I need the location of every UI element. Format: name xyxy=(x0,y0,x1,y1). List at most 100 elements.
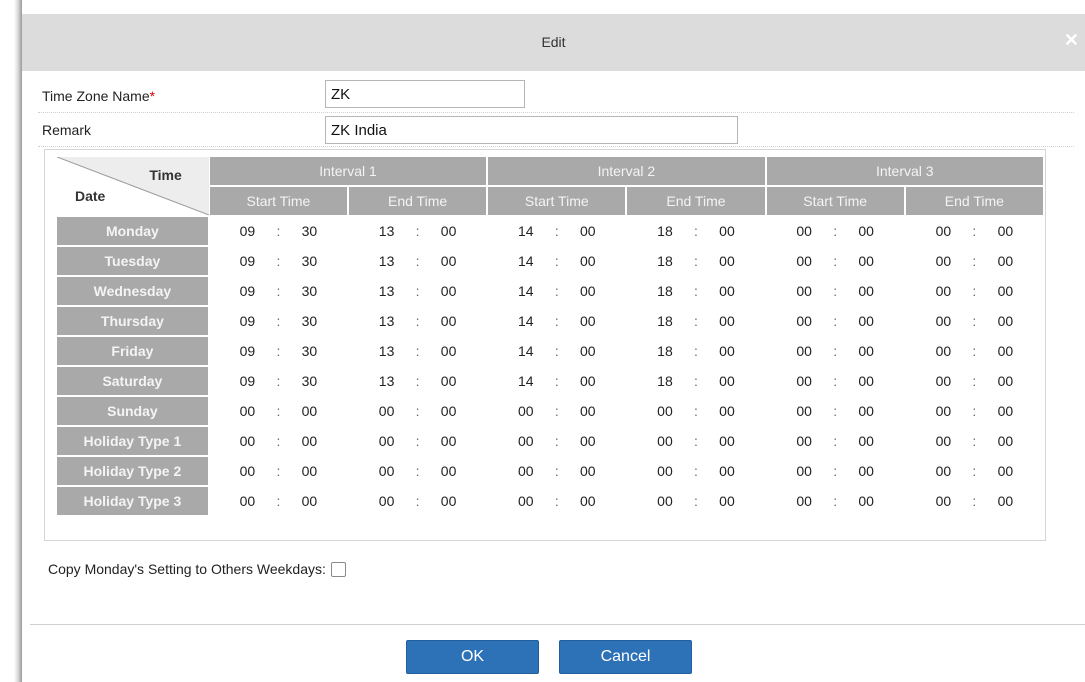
close-icon[interactable]: ✕ xyxy=(1064,30,1079,51)
minute-field[interactable]: 00 xyxy=(575,283,601,299)
minute-field[interactable]: 30 xyxy=(296,223,322,239)
hour-field[interactable]: 13 xyxy=(374,223,400,239)
hour-field[interactable]: 00 xyxy=(513,493,539,509)
minute-field[interactable]: 00 xyxy=(992,463,1018,479)
hour-field[interactable]: 00 xyxy=(930,493,956,509)
hour-field[interactable]: 09 xyxy=(234,223,260,239)
minute-field[interactable]: 00 xyxy=(992,373,1018,389)
minute-field[interactable]: 00 xyxy=(714,253,740,269)
hour-field[interactable]: 00 xyxy=(652,463,678,479)
cancel-button[interactable]: Cancel xyxy=(559,640,692,674)
minute-field[interactable]: 00 xyxy=(436,493,462,509)
minute-field[interactable]: 00 xyxy=(296,463,322,479)
minute-field[interactable]: 00 xyxy=(714,463,740,479)
minute-field[interactable]: 00 xyxy=(853,403,879,419)
minute-field[interactable]: 00 xyxy=(436,283,462,299)
hour-field[interactable]: 00 xyxy=(791,223,817,239)
minute-field[interactable]: 00 xyxy=(853,493,879,509)
minute-field[interactable]: 00 xyxy=(853,433,879,449)
minute-field[interactable]: 00 xyxy=(575,343,601,359)
hour-field[interactable]: 00 xyxy=(791,463,817,479)
hour-field[interactable]: 09 xyxy=(234,253,260,269)
hour-field[interactable]: 14 xyxy=(513,343,539,359)
hour-field[interactable]: 00 xyxy=(791,313,817,329)
hour-field[interactable]: 00 xyxy=(791,433,817,449)
minute-field[interactable]: 00 xyxy=(714,283,740,299)
hour-field[interactable]: 00 xyxy=(652,493,678,509)
minute-field[interactable]: 00 xyxy=(853,283,879,299)
minute-field[interactable]: 00 xyxy=(992,343,1018,359)
minute-field[interactable]: 00 xyxy=(575,253,601,269)
copy-monday-checkbox[interactable] xyxy=(330,561,346,577)
hour-field[interactable]: 00 xyxy=(374,433,400,449)
hour-field[interactable]: 00 xyxy=(374,403,400,419)
minute-field[interactable]: 00 xyxy=(575,403,601,419)
hour-field[interactable]: 18 xyxy=(652,373,678,389)
hour-field[interactable]: 18 xyxy=(652,253,678,269)
minute-field[interactable]: 00 xyxy=(853,313,879,329)
hour-field[interactable]: 00 xyxy=(791,493,817,509)
minute-field[interactable]: 30 xyxy=(296,253,322,269)
hour-field[interactable]: 09 xyxy=(234,313,260,329)
hour-field[interactable]: 09 xyxy=(234,283,260,299)
hour-field[interactable]: 00 xyxy=(930,223,956,239)
hour-field[interactable]: 00 xyxy=(791,343,817,359)
minute-field[interactable]: 30 xyxy=(296,343,322,359)
hour-field[interactable]: 00 xyxy=(930,313,956,329)
minute-field[interactable]: 00 xyxy=(575,463,601,479)
minute-field[interactable]: 30 xyxy=(296,373,322,389)
hour-field[interactable]: 00 xyxy=(930,253,956,269)
remark-input[interactable] xyxy=(325,116,738,144)
minute-field[interactable]: 00 xyxy=(992,283,1018,299)
time-zone-name-input[interactable] xyxy=(325,80,525,108)
hour-field[interactable]: 14 xyxy=(513,313,539,329)
minute-field[interactable]: 00 xyxy=(714,313,740,329)
hour-field[interactable]: 00 xyxy=(234,403,260,419)
minute-field[interactable]: 00 xyxy=(853,253,879,269)
hour-field[interactable]: 09 xyxy=(234,343,260,359)
hour-field[interactable]: 14 xyxy=(513,373,539,389)
hour-field[interactable]: 14 xyxy=(513,283,539,299)
minute-field[interactable]: 00 xyxy=(992,313,1018,329)
minute-field[interactable]: 00 xyxy=(296,493,322,509)
hour-field[interactable]: 18 xyxy=(652,223,678,239)
minute-field[interactable]: 00 xyxy=(992,493,1018,509)
minute-field[interactable]: 00 xyxy=(853,373,879,389)
hour-field[interactable]: 00 xyxy=(930,463,956,479)
hour-field[interactable]: 00 xyxy=(374,493,400,509)
hour-field[interactable]: 00 xyxy=(374,463,400,479)
minute-field[interactable]: 00 xyxy=(992,403,1018,419)
minute-field[interactable]: 00 xyxy=(714,433,740,449)
minute-field[interactable]: 00 xyxy=(436,463,462,479)
ok-button[interactable]: OK xyxy=(406,640,539,674)
minute-field[interactable]: 00 xyxy=(436,313,462,329)
minute-field[interactable]: 00 xyxy=(575,373,601,389)
minute-field[interactable]: 00 xyxy=(436,403,462,419)
minute-field[interactable]: 00 xyxy=(575,313,601,329)
minute-field[interactable]: 00 xyxy=(575,433,601,449)
hour-field[interactable]: 00 xyxy=(930,343,956,359)
minute-field[interactable]: 00 xyxy=(436,433,462,449)
minute-field[interactable]: 00 xyxy=(436,253,462,269)
hour-field[interactable]: 13 xyxy=(374,283,400,299)
minute-field[interactable]: 30 xyxy=(296,313,322,329)
hour-field[interactable]: 00 xyxy=(234,463,260,479)
hour-field[interactable]: 00 xyxy=(791,373,817,389)
minute-field[interactable]: 00 xyxy=(296,403,322,419)
hour-field[interactable]: 13 xyxy=(374,343,400,359)
hour-field[interactable]: 00 xyxy=(930,433,956,449)
minute-field[interactable]: 30 xyxy=(296,283,322,299)
hour-field[interactable]: 13 xyxy=(374,373,400,389)
hour-field[interactable]: 18 xyxy=(652,313,678,329)
hour-field[interactable]: 00 xyxy=(791,253,817,269)
minute-field[interactable]: 00 xyxy=(853,223,879,239)
minute-field[interactable]: 00 xyxy=(436,373,462,389)
hour-field[interactable]: 14 xyxy=(513,253,539,269)
minute-field[interactable]: 00 xyxy=(575,493,601,509)
minute-field[interactable]: 00 xyxy=(714,403,740,419)
minute-field[interactable]: 00 xyxy=(992,223,1018,239)
minute-field[interactable]: 00 xyxy=(853,463,879,479)
hour-field[interactable]: 00 xyxy=(652,433,678,449)
hour-field[interactable]: 18 xyxy=(652,283,678,299)
hour-field[interactable]: 00 xyxy=(513,403,539,419)
